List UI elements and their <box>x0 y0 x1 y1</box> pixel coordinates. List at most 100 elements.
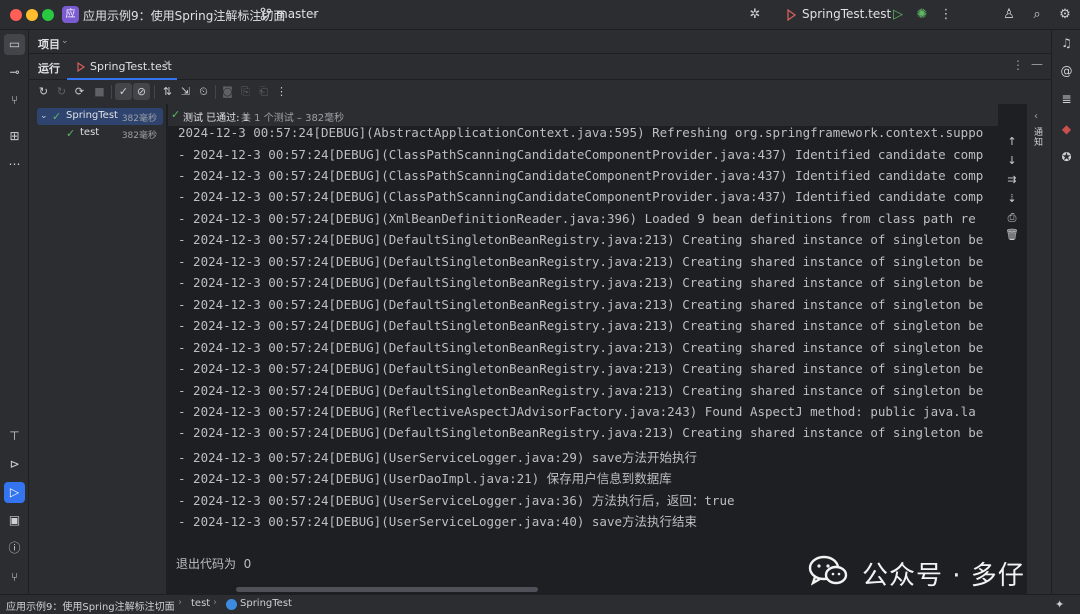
log-line: - 2024-12-3 00:57:24[DEBUG](DefaultSingl… <box>178 318 984 333</box>
more-options-icon[interactable]: ⋮ <box>1012 58 1024 72</box>
right-tool-strip: ♫ @ ≣ ◆ ✪ <box>1051 30 1080 594</box>
terminal-icon[interactable]: ▣ <box>4 510 25 531</box>
close-window-button[interactable] <box>10 9 22 21</box>
log-line: - 2024-12-3 00:57:24[DEBUG](DefaultSingl… <box>178 232 984 247</box>
git-branch-icon[interactable] <box>260 7 272 21</box>
arrow-up-icon[interactable]: ↑ <box>1003 133 1021 151</box>
screenshot-icon[interactable]: ◙ <box>219 83 236 100</box>
import-icon[interactable]: ⎗ <box>255 83 272 100</box>
chevron-down-icon[interactable]: ⌄ <box>870 8 878 19</box>
run-config-icon <box>77 62 86 72</box>
title-bar: 应 应用示例9：使用Spring注解标注切面 ⌄ master ⌄ ✲ Spri… <box>0 0 1080 30</box>
rerun-failed-icon[interactable]: ↻ <box>53 83 70 100</box>
passed-check-icon: ✓ <box>66 127 76 140</box>
git-icon[interactable]: ⑂ <box>4 567 25 588</box>
stop-icon[interactable]: ■ <box>91 83 108 100</box>
toggle-auto-test-icon[interactable]: ⟳ <box>71 83 88 100</box>
log-line: - 2024-12-3 00:57:24[DEBUG](DefaultSingl… <box>178 297 984 312</box>
passed-check-icon: ✓ <box>52 110 62 123</box>
problems-icon[interactable]: ⓘ <box>4 538 25 559</box>
chevron-down-icon[interactable]: ⌄ <box>40 111 48 121</box>
add-user-icon[interactable]: ♙ <box>1000 6 1018 24</box>
test-status-summary: 共 1 个测试 – 382毫秒 <box>241 113 345 124</box>
build-hammer-icon[interactable]: ⊤ <box>4 426 25 447</box>
test-tree: ⌄ ✓ SpringTest 382毫秒 ✓ test 382毫秒 <box>29 104 167 594</box>
tree-item-label: test <box>80 127 100 138</box>
project-panel-label[interactable]: 项目 <box>38 36 60 52</box>
ai-assistant-icon[interactable]: @ <box>1057 62 1076 81</box>
breadcrumb-separator: › <box>178 597 182 608</box>
export-icon[interactable]: ⎘ <box>237 83 254 100</box>
breadcrumb-module[interactable]: test <box>191 598 210 609</box>
soft-wrap-icon[interactable]: ⇉ <box>1003 171 1021 189</box>
services-icon[interactable]: ⊳ <box>4 454 25 475</box>
tab-springtest-test[interactable]: SpringTest.test ✕ <box>67 54 177 80</box>
scroll-to-end-icon[interactable]: ⇣ <box>1003 190 1021 208</box>
breadcrumb-separator: › <box>213 597 217 608</box>
toolbar-separator <box>215 85 216 99</box>
structure-icon[interactable]: ⊞ <box>4 126 25 147</box>
run-tool-icon[interactable]: ▷ <box>4 482 25 503</box>
wechat-logo-icon <box>808 555 848 586</box>
show-ignored-icon[interactable]: ⊘ <box>133 83 150 100</box>
print-icon[interactable]: ⎙ <box>1003 209 1021 227</box>
more-tools-icon[interactable]: ⋯ <box>4 154 25 175</box>
chevron-left-icon[interactable]: ‹ <box>1034 111 1038 122</box>
test-status-line: ✓ 测试 已通过: 1 共 1 个测试 – 382毫秒 <box>168 104 998 126</box>
project-panel-header: 项目 ⌄ <box>29 30 1051 54</box>
sort-duration-icon[interactable]: ⇲ <box>177 83 194 100</box>
close-icon[interactable]: ✕ <box>163 59 171 70</box>
settings-gear-icon[interactable]: ⚙ <box>1056 6 1074 24</box>
run-config-icon[interactable] <box>787 9 797 21</box>
log-line: - 2024-12-3 00:57:24[DEBUG](XmlBeanDefin… <box>178 211 976 226</box>
test-history-icon[interactable]: ⏲ <box>195 83 212 100</box>
debug-bug-icon[interactable]: ✲ <box>746 6 764 24</box>
maven-icon[interactable]: ◆ <box>1057 120 1076 139</box>
log-line: - 2024-12-3 00:57:24[DEBUG](ClassPathSca… <box>178 168 984 183</box>
debug-icon[interactable]: ✺ <box>913 6 931 24</box>
database-icon[interactable]: ≣ <box>1057 90 1076 109</box>
breadcrumb-class[interactable]: SpringTest <box>240 598 292 609</box>
show-passed-icon[interactable]: ✓ <box>115 83 132 100</box>
pull-request-icon[interactable]: ⑂ <box>4 90 25 111</box>
watermark-text: 公众号 · 多仔 <box>862 561 1025 591</box>
run-icon[interactable]: ▷ <box>889 6 907 24</box>
toolbar-separator <box>111 85 112 99</box>
rerun-icon[interactable]: ↻ <box>35 83 52 100</box>
log-line: - 2024-12-3 00:57:24[DEBUG](UserServiceL… <box>178 450 698 465</box>
trash-icon[interactable]: 🗑 <box>1003 226 1021 244</box>
commit-icon[interactable]: ⊸ <box>4 62 25 83</box>
tree-item-test[interactable]: ✓ test 382毫秒 <box>37 125 163 142</box>
log-line: - 2024-12-3 00:57:24[DEBUG](DefaultSingl… <box>178 425 984 440</box>
log-line: - 2024-12-3 00:57:24[DEBUG](ReflectiveAs… <box>178 404 976 419</box>
log-line: - 2024-12-3 00:57:24[DEBUG](ClassPathSca… <box>178 147 984 162</box>
more-actions-icon[interactable]: ⋮ <box>273 83 290 100</box>
status-bar: 应用示例9：使用Spring注解标注切面 › test › SpringTest… <box>0 594 1080 614</box>
project-badge[interactable]: 应 <box>62 6 79 23</box>
chevron-down-icon[interactable]: ⌄ <box>311 8 319 19</box>
log-line: 2024-12-3 00:57:24[DEBUG](AbstractApplic… <box>178 125 984 140</box>
more-actions-icon[interactable]: ⋮ <box>937 6 955 24</box>
horizontal-scrollbar[interactable] <box>236 587 538 592</box>
tree-item-springtest[interactable]: ⌄ ✓ SpringTest 382毫秒 <box>37 108 163 125</box>
console-side-toolbar: ↑ ↓ ⇉ ⇣ ⎙ 🗑 <box>998 104 1026 594</box>
test-status-main: 测试 已通过: 1 <box>183 113 250 124</box>
breadcrumb-project[interactable]: 应用示例9：使用Spring注解标注切面 <box>6 598 175 613</box>
notifications-bell-icon[interactable]: ♫ <box>1057 34 1076 53</box>
test-toolbar: ↻ ↻ ⟳ ■ ✓ ⊘ ⇅ ⇲ ⏲ ◙ ⎘ ⎗ ⋮ <box>29 80 1051 104</box>
gradle-icon[interactable]: ✪ <box>1057 148 1076 167</box>
notifications-panel[interactable]: ‹ 通知 <box>1026 104 1051 594</box>
arrow-down-icon[interactable]: ↓ <box>1003 152 1021 170</box>
search-icon[interactable]: ⌕ <box>1028 6 1046 24</box>
zoom-window-button[interactable] <box>42 9 54 21</box>
chevron-down-icon[interactable]: ⌄ <box>240 8 248 19</box>
tree-item-time: 382毫秒 <box>121 131 157 141</box>
minimize-icon[interactable]: — <box>1031 57 1043 71</box>
project-folder-icon[interactable]: ▭ <box>4 34 25 55</box>
minimize-window-button[interactable] <box>26 9 38 21</box>
console-output[interactable]: ✓ 测试 已通过: 1 共 1 个测试 – 382毫秒 2024-12-3 00… <box>168 104 998 594</box>
sort-alpha-icon[interactable]: ⇅ <box>159 83 176 100</box>
project-name[interactable]: 应用示例9：使用Spring注解标注切面 <box>83 7 285 24</box>
chevron-down-icon[interactable]: ⌄ <box>61 36 69 46</box>
ide-status-icon[interactable]: ✦ <box>1055 598 1064 611</box>
